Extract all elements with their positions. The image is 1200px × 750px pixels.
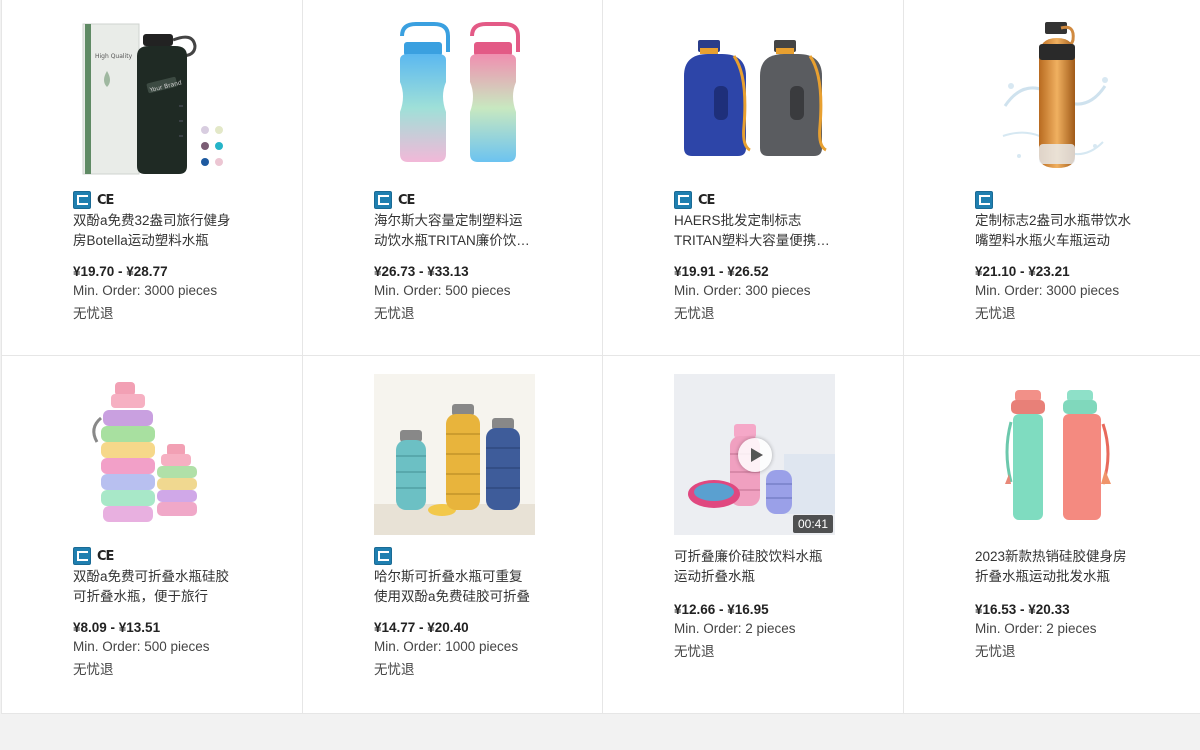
certifications [374, 547, 392, 565]
product-image[interactable] [674, 16, 835, 177]
bcs-certificate-icon[interactable] [374, 191, 392, 209]
product-video-thumbnail[interactable]: 00:41 [674, 374, 835, 535]
ce-mark: CE [97, 192, 114, 208]
bcs-certificate-icon[interactable] [73, 547, 91, 565]
product-card[interactable]: 00:41 可折叠廉价硅胶饮料水瓶运动折叠水瓶 ¥12.66 - ¥16.95 … [603, 356, 904, 714]
product-card[interactable]: CE 海尔斯大容量定制塑料运动饮水瓶TRITAN廉价饮水瓶 ¥26.73 - ¥… [303, 0, 603, 356]
product-price: ¥12.66 - ¥16.95 [674, 602, 769, 617]
min-order: Min. Order: 2 pieces [674, 621, 796, 636]
return-policy: 无忧退 [73, 662, 114, 677]
product-price: ¥14.77 - ¥20.40 [374, 620, 469, 635]
product-title[interactable]: 海尔斯大容量定制塑料运动饮水瓶TRITAN廉价饮水瓶 [374, 211, 534, 251]
product-title[interactable]: 2023新款热销硅胶健身房折叠水瓶运动批发水瓶 [975, 547, 1135, 587]
product-price: ¥19.91 - ¥26.52 [674, 264, 769, 279]
product-title[interactable]: 哈尔斯可折叠水瓶可重复使用双酚a免费硅胶可折叠 [374, 567, 534, 607]
certifications: CE [374, 191, 415, 209]
product-price: ¥8.09 - ¥13.51 [73, 620, 161, 635]
return-policy: 无忧退 [975, 644, 1016, 659]
min-order: Min. Order: 500 pieces [374, 283, 511, 298]
product-image[interactable]: High Quality Your Brand [73, 16, 234, 177]
return-policy: 无忧退 [73, 306, 114, 321]
certifications [975, 191, 993, 209]
product-card[interactable]: CE 双酚a免费可折叠水瓶硅胶可折叠水瓶，便于旅行 ¥8.09 - ¥13.51… [2, 356, 303, 714]
product-card[interactable]: High Quality Your Brand CE 双酚a免费32盎司旅行健身… [2, 0, 303, 356]
certifications: CE [674, 191, 715, 209]
product-image[interactable] [374, 16, 535, 177]
certifications: CE [73, 191, 114, 209]
product-card[interactable]: 哈尔斯可折叠水瓶可重复使用双酚a免费硅胶可折叠 ¥14.77 - ¥20.40 … [303, 356, 603, 714]
product-image[interactable] [374, 374, 535, 535]
product-title[interactable]: 定制标志2盎司水瓶带饮水嘴塑料水瓶火车瓶运动 [975, 211, 1135, 251]
min-order: Min. Order: 3000 pieces [73, 283, 218, 298]
product-price: ¥16.53 - ¥20.33 [975, 602, 1070, 617]
min-order: Min. Order: 500 pieces [73, 639, 210, 654]
product-card[interactable]: 2023新款热销硅胶健身房折叠水瓶运动批发水瓶 ¥16.53 - ¥20.33 … [904, 356, 1200, 714]
min-order: Min. Order: 1000 pieces [374, 639, 519, 654]
product-image[interactable] [975, 16, 1136, 177]
bcs-certificate-icon[interactable] [975, 191, 993, 209]
product-price: ¥21.10 - ¥23.21 [975, 264, 1070, 279]
product-title[interactable]: 双酚a免费32盎司旅行健身房Botella运动塑料水瓶 [73, 211, 233, 251]
product-card[interactable]: 定制标志2盎司水瓶带饮水嘴塑料水瓶火车瓶运动 ¥21.10 - ¥23.21 M… [904, 0, 1200, 356]
min-order: Min. Order: 3000 pieces [975, 283, 1120, 298]
product-price: ¥26.73 - ¥33.13 [374, 264, 469, 279]
product-card[interactable]: CE HAERS批发定制标志TRITAN塑料大容量便携水壶 ¥19.91 - ¥… [603, 0, 904, 356]
product-grid: High Quality Your Brand CE 双酚a免费32盎司旅行健身… [1, 0, 1200, 714]
return-policy: 无忧退 [674, 306, 715, 321]
video-duration: 00:41 [792, 515, 833, 533]
play-icon[interactable] [738, 438, 772, 472]
return-policy: 无忧退 [975, 306, 1016, 321]
bcs-certificate-icon[interactable] [674, 191, 692, 209]
product-title[interactable]: HAERS批发定制标志TRITAN塑料大容量便携水壶 [674, 211, 834, 251]
product-price: ¥19.70 - ¥28.77 [73, 264, 168, 279]
bcs-certificate-icon[interactable] [73, 191, 91, 209]
ce-mark: CE [698, 192, 715, 208]
product-title[interactable]: 双酚a免费可折叠水瓶硅胶可折叠水瓶，便于旅行 [73, 567, 233, 607]
bcs-certificate-icon[interactable] [374, 547, 392, 565]
ce-mark: CE [398, 192, 415, 208]
ce-mark: CE [97, 548, 114, 564]
min-order: Min. Order: 300 pieces [674, 283, 811, 298]
return-policy: 无忧退 [374, 306, 415, 321]
product-image[interactable] [73, 374, 234, 535]
return-policy: 无忧退 [674, 644, 715, 659]
certifications: CE [73, 547, 114, 565]
product-image[interactable] [975, 374, 1136, 535]
product-title[interactable]: 可折叠廉价硅胶饮料水瓶运动折叠水瓶 [674, 547, 834, 587]
box-label: High Quality [95, 53, 133, 60]
return-policy: 无忧退 [374, 662, 415, 677]
min-order: Min. Order: 2 pieces [975, 621, 1097, 636]
